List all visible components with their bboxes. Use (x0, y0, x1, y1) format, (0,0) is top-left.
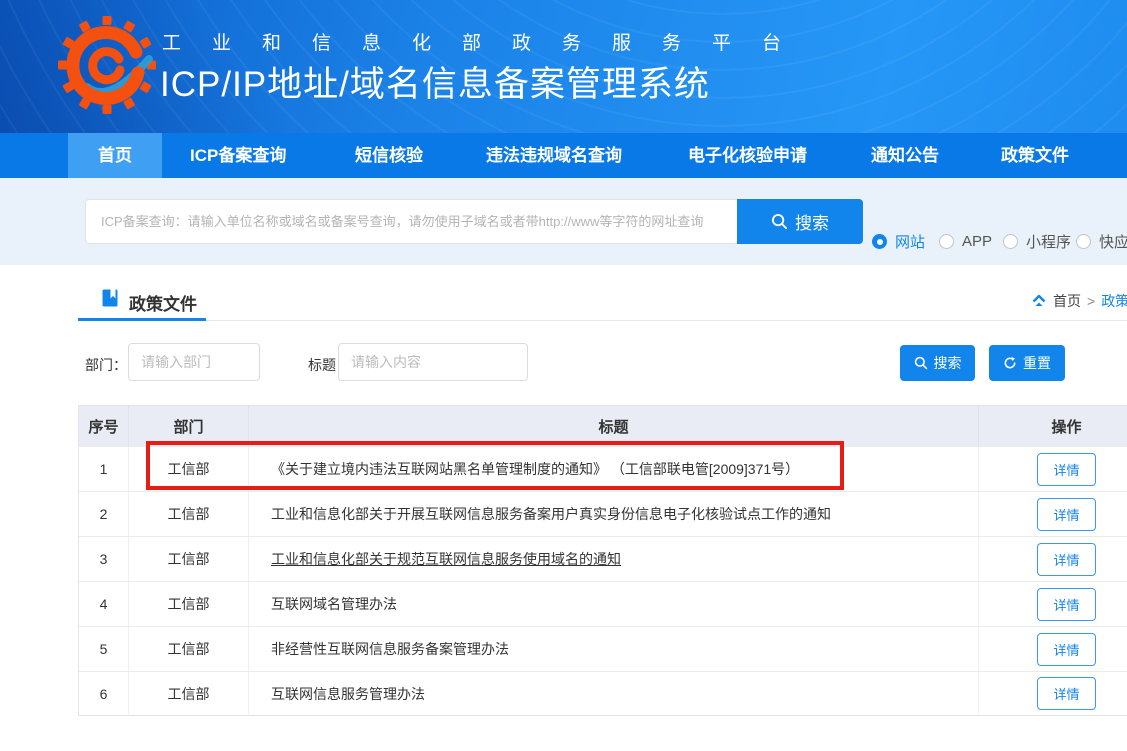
row-dept: 工信部 (129, 537, 249, 581)
radio-unselected-icon (1003, 234, 1018, 249)
breadcrumb-home-link[interactable]: 首页 (1053, 291, 1081, 311)
site-header: 工业和信息化部政务服务平台 ICP/IP地址/域名信息备案管理系统 (0, 0, 1127, 133)
row-dept: 工信部 (129, 627, 249, 671)
row-no: 3 (79, 537, 129, 581)
policy-book-icon (100, 288, 120, 308)
col-header-dept: 部门 (129, 406, 249, 446)
radio-quick-app[interactable]: 快应用 (1076, 231, 1127, 252)
filter-reset-button[interactable]: 重置 (989, 345, 1065, 381)
filter-search-button[interactable]: 搜索 (900, 345, 975, 381)
icp-search-band: 搜索 网站 APP 小程序 快应用 (0, 178, 1127, 265)
radio-mini-program[interactable]: 小程序 (1003, 231, 1071, 252)
table-row: 4 工信部 互联网域名管理办法 详情 (79, 581, 1127, 626)
nav-item-policy-files[interactable]: 政策文件 (1001, 133, 1069, 178)
icp-search-input[interactable] (85, 199, 737, 244)
detail-button[interactable]: 详情 (1037, 543, 1095, 576)
refresh-icon (1003, 356, 1017, 370)
col-header-title: 标题 (249, 406, 979, 446)
icp-search-button-label: 搜索 (795, 209, 829, 234)
radio-selected-icon (872, 234, 887, 249)
system-title: ICP/IP地址/域名信息备案管理系统 (160, 56, 710, 107)
search-type-radio-group: 网站 APP 小程序 快应用 (872, 231, 1127, 252)
nav-item-icp-query[interactable]: ICP备案查询 (190, 133, 286, 178)
breadcrumb-separator: > (1087, 293, 1095, 309)
platform-title: 工业和信息化部政务服务平台 (162, 28, 812, 55)
radio-unselected-icon (1076, 234, 1091, 249)
radio-app[interactable]: APP (939, 233, 992, 250)
col-header-no: 序号 (79, 406, 129, 446)
breadcrumb-current: 政策文件 (1101, 291, 1127, 311)
row-dept: 工信部 (129, 492, 249, 536)
title-input[interactable] (338, 343, 528, 381)
col-header-action: 操作 (979, 406, 1127, 446)
radio-unselected-icon (939, 234, 954, 249)
detail-button[interactable]: 详情 (1037, 588, 1095, 621)
nav-item-sms-verify[interactable]: 短信核验 (355, 133, 423, 178)
row-dept: 工信部 (129, 672, 249, 715)
active-tab-underline (78, 318, 206, 321)
table-row: 2 工信部 工业和信息化部关于开展互联网信息服务备案用户真实身份信息电子化核验试… (79, 491, 1127, 536)
table-row: 1 工信部 《关于建立境内违法互联网站黑名单管理制度的通知》 （工信部联电管[2… (79, 446, 1127, 491)
nav-item-notices[interactable]: 通知公告 (871, 133, 939, 178)
section-divider (78, 320, 1127, 321)
nav-item-e-verify-apply[interactable]: 电子化核验申请 (688, 133, 807, 178)
detail-button[interactable]: 详情 (1037, 677, 1095, 710)
row-title[interactable]: 非经营性互联网信息服务备案管理办法 (249, 627, 979, 671)
icp-beian-page: { "header": { "platform_title": "工业和信息化部… (0, 0, 1127, 751)
table-row: 5 工信部 非经营性互联网信息服务备案管理办法 详情 (79, 626, 1127, 671)
nav-item-illegal-domain-query[interactable]: 违法违规域名查询 (486, 133, 622, 178)
row-title[interactable]: 互联网域名管理办法 (249, 582, 979, 626)
row-dept: 工信部 (129, 582, 249, 626)
row-no: 1 (79, 447, 129, 491)
table-header-row: 序号 部门 标题 操作 (79, 406, 1127, 446)
row-title[interactable]: 《关于建立境内违法互联网站黑名单管理制度的通知》 （工信部联电管[2009]37… (249, 447, 979, 491)
detail-button[interactable]: 详情 (1037, 453, 1095, 486)
nav-item-home[interactable]: 首页 (68, 133, 162, 178)
detail-button[interactable]: 详情 (1037, 633, 1095, 666)
department-input[interactable] (128, 343, 260, 381)
table-row: 3 工信部 工业和信息化部关于规范互联网信息服务使用域名的通知 详情 (79, 536, 1127, 581)
main-nav: 首页 ICP备案查询 短信核验 违法违规域名查询 电子化核验申请 通知公告 政策… (0, 133, 1127, 178)
row-no: 2 (79, 492, 129, 536)
table-row: 6 工信部 互联网信息服务管理办法 详情 (79, 671, 1127, 716)
row-title[interactable]: 互联网信息服务管理办法 (249, 672, 979, 715)
search-icon (914, 356, 928, 370)
search-icon (771, 213, 788, 230)
row-no: 6 (79, 672, 129, 715)
icp-search-button[interactable]: 搜索 (737, 199, 863, 244)
row-title[interactable]: 工业和信息化部关于规范互联网信息服务使用域名的通知 (249, 537, 979, 581)
home-icon (1031, 293, 1047, 309)
row-no: 4 (79, 582, 129, 626)
policy-table: 序号 部门 标题 操作 1 工信部 《关于建立境内违法互联网站黑名单管理制度的通… (78, 405, 1127, 716)
section-title: 政策文件 (129, 290, 197, 315)
detail-button[interactable]: 详情 (1037, 498, 1095, 531)
row-no: 5 (79, 627, 129, 671)
department-label: 部门： (85, 355, 127, 375)
miit-logo-icon (57, 15, 157, 115)
row-title[interactable]: 工业和信息化部关于开展互联网信息服务备案用户真实身份信息电子化核验试点工作的通知 (249, 492, 979, 536)
row-dept: 工信部 (129, 447, 249, 491)
breadcrumb: 首页 > 政策文件 (1031, 291, 1127, 311)
radio-website[interactable]: 网站 (872, 231, 925, 252)
